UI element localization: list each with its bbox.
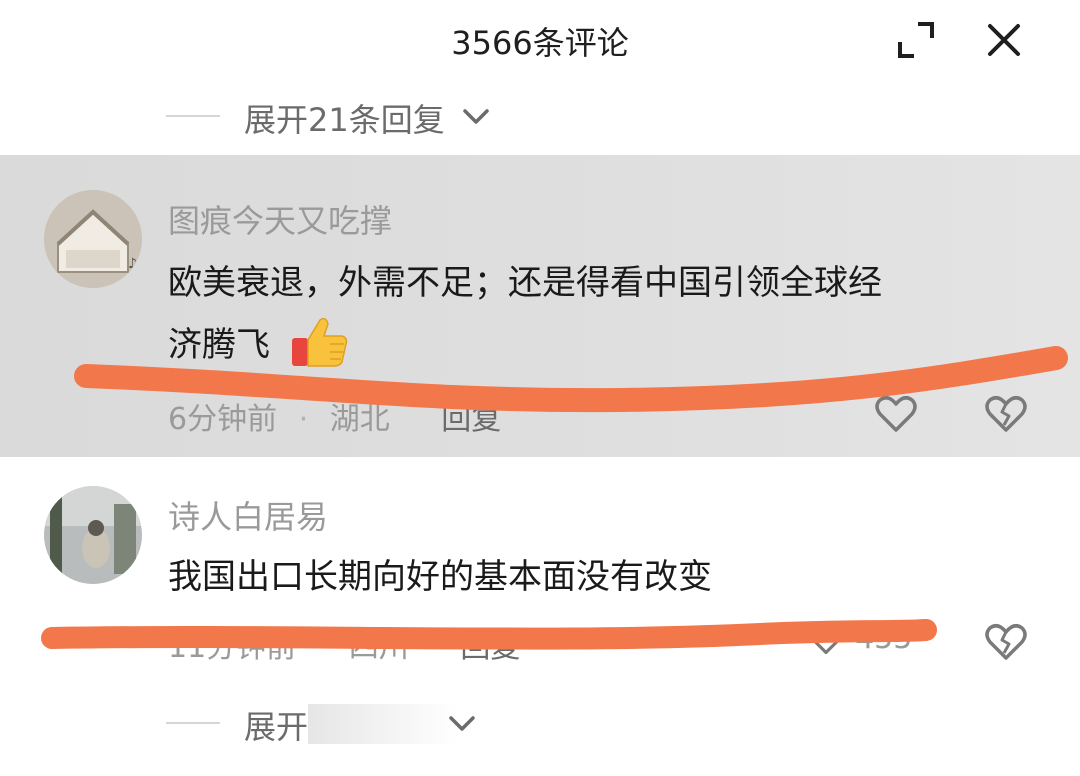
avatar[interactable]: ♪ [44,190,142,288]
reply-button[interactable]: 回复 [460,630,520,665]
expand-replies-button[interactable]: 展开21条回复 [244,95,445,141]
like-heart-icon[interactable] [874,392,918,436]
divider-line [166,115,220,117]
reply-button[interactable]: 回复 [441,402,501,437]
meta-separator: · [298,402,309,437]
comment-text: 欧美衰退，外需不足；还是得看中国引领全球经 [168,263,882,303]
divider-line [166,722,220,724]
expand-replies-label: 展开21条回复 [244,101,445,139]
comment-location: 四川 [348,630,409,665]
fullscreen-icon[interactable] [896,20,936,60]
chevron-down-icon [448,714,476,734]
like-heart-icon[interactable] [806,618,846,658]
dislike-broken-heart-icon[interactable] [984,392,1028,436]
expand-replies-button[interactable]: 展开 [244,702,308,748]
comment-time: 11分钟前 [168,630,297,665]
expand-replies-label: 展开 [244,708,309,746]
thumbs-up-icon [290,314,350,370]
comment-text-cont: 济腾飞 [168,314,270,376]
chevron-down-icon [462,107,490,127]
comment-meta: 6分钟前 · 湖北 回复 [168,394,501,438]
close-icon[interactable] [984,20,1024,60]
like-control[interactable]: 455 [806,618,912,662]
scribble-mark [41,619,937,650]
meta-separator: · [317,630,328,665]
comment-text: 我国出口长期向好的基本面没有改变 [168,557,712,597]
blur-mask [308,704,458,744]
like-count: 455 [855,620,913,656]
comment-author[interactable]: 图痕今天又吃撑 [168,196,392,242]
comment-meta: 11分钟前 · 四川 回复 [168,622,520,666]
avatar[interactable] [44,486,142,584]
comment-author[interactable]: 诗人白居易 [168,492,328,538]
dislike-broken-heart-icon[interactable] [984,620,1028,664]
comment-text-line2: 济腾飞 [168,325,270,365]
comment-location: 湖北 [329,402,390,437]
comment-time: 6分钟前 [168,402,278,437]
